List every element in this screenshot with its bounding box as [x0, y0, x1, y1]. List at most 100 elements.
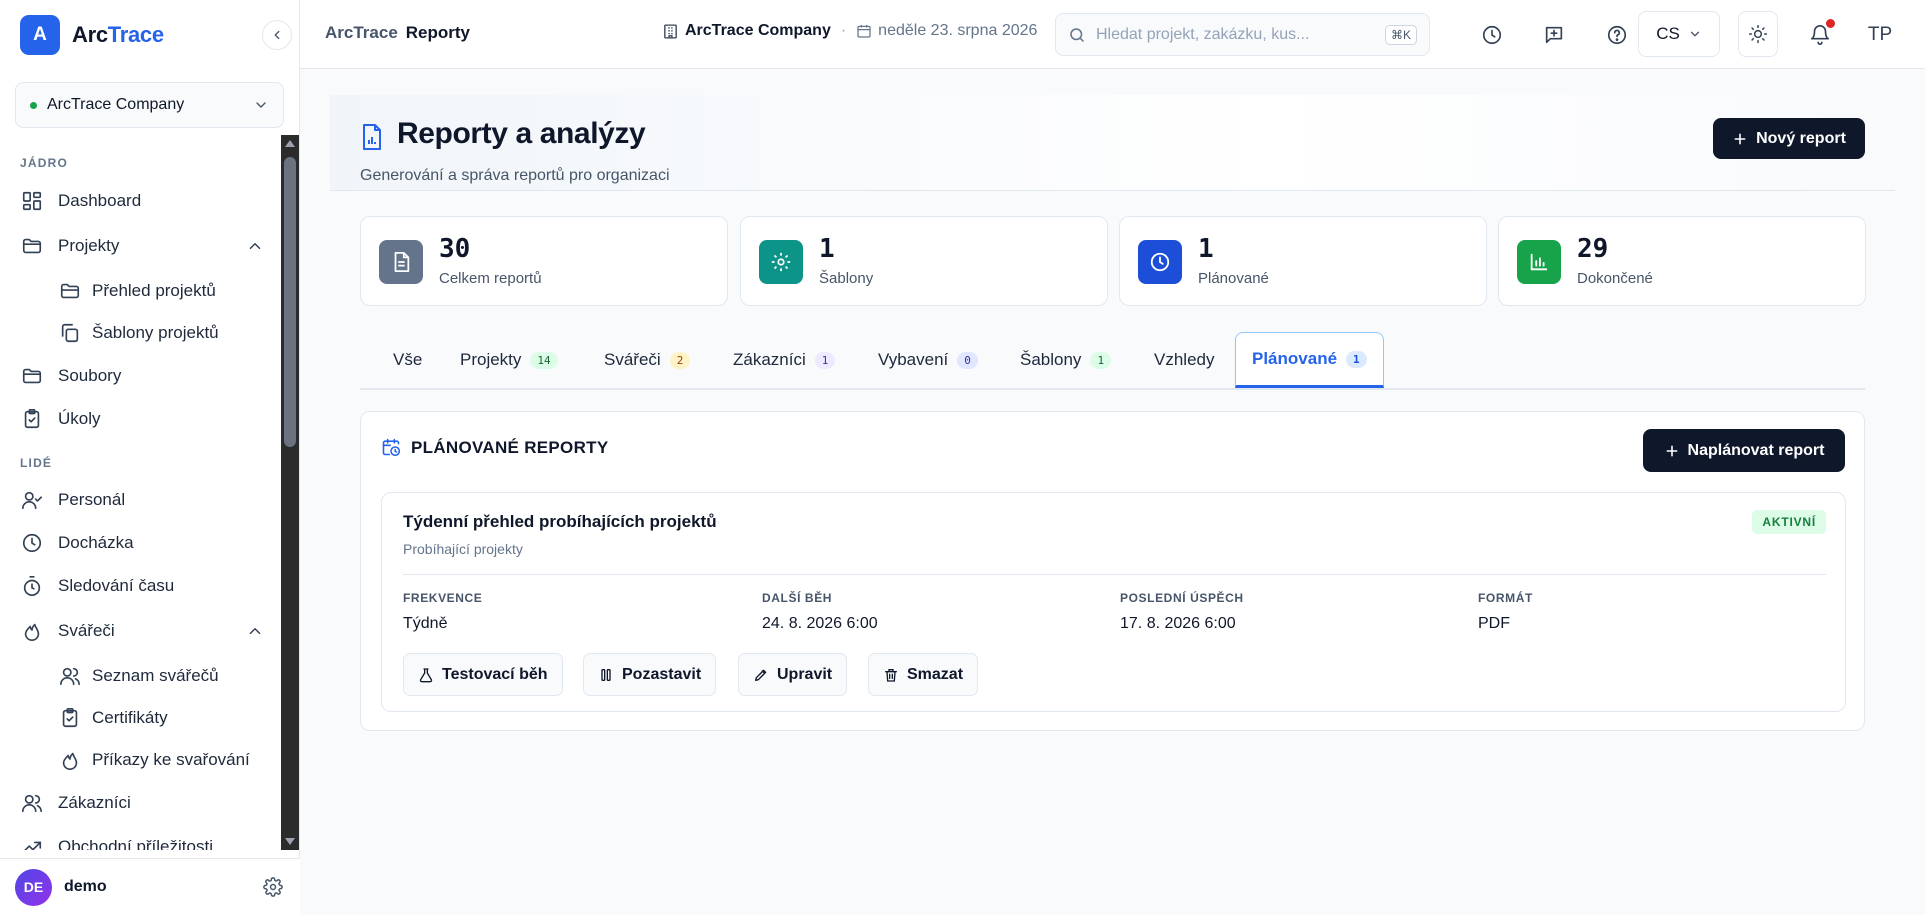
sidebar-item-projects[interactable]: Projekty [20, 228, 270, 264]
clock-icon [1150, 252, 1170, 272]
flame-icon [58, 748, 82, 772]
help-button[interactable] [1597, 15, 1637, 55]
tab-label: Vybavení [878, 350, 949, 369]
brand-logo: A [20, 15, 60, 55]
clipboard-check-icon [20, 407, 44, 431]
brand-name: ArcTrace [72, 22, 164, 47]
language-selector[interactable]: CS [1638, 11, 1720, 57]
sidebar-item-label: Personál [58, 490, 126, 509]
sidebar-item-customers[interactable]: Zákazníci [20, 785, 270, 821]
stat-icon-box [379, 240, 423, 284]
breadcrumb-item[interactable]: ArcTrace [325, 23, 398, 42]
pause-button[interactable]: Pozastavit [583, 653, 717, 696]
sidebar-item-welder-list[interactable]: Seznam svářečů [58, 658, 270, 694]
chevron-down-icon [1690, 31, 1699, 37]
folder-icon [20, 234, 44, 258]
sidebar-item-projects-overview[interactable]: Přehled projektů [58, 273, 270, 309]
page-subtitle: Generování a správa reportů pro organiza… [360, 167, 670, 184]
tab-customers[interactable]: Zákazníci 1 [733, 332, 836, 388]
copy-icon [58, 321, 82, 345]
sidebar-item-attendance[interactable]: Docházka [20, 525, 270, 561]
sidebar-item-personnel[interactable]: Personál [20, 482, 270, 518]
sidebar-item-label: Svářeči [58, 621, 115, 640]
notification-dot [1826, 19, 1835, 28]
schedule-report-button[interactable]: Naplánovat report [1643, 429, 1845, 472]
tab-equipment[interactable]: Vybavení 0 [878, 332, 978, 388]
tab-welders[interactable]: Svářeči 2 [604, 332, 691, 388]
tab-label: Zákazníci [733, 350, 806, 369]
scheduled-reports-panel: PLÁNOVANÉ REPORTY Naplánovat report Týde… [360, 411, 1865, 731]
search-input[interactable]: Hledat projekt, zakázku, kus... ⌘K [1055, 13, 1430, 56]
feedback-button[interactable] [1534, 15, 1574, 55]
tab-all[interactable]: Vše [393, 332, 422, 388]
section-label-people: LIDÉ [20, 456, 53, 470]
brand[interactable]: A ArcTrace [20, 15, 164, 55]
tab-projects[interactable]: Projekty 14 [460, 332, 558, 388]
notifications-button[interactable] [1800, 15, 1840, 55]
stat-value: 29 [1577, 234, 1609, 264]
sidebar-item-label: Obchodní příležitosti [58, 837, 213, 850]
gear-icon [771, 252, 791, 272]
test-run-button[interactable]: Testovací běh [403, 653, 563, 696]
sidebar-item-welders[interactable]: Svářeči [20, 613, 270, 649]
theme-toggle[interactable] [1738, 11, 1778, 57]
delete-button[interactable]: Smazat [868, 653, 979, 696]
company-selector[interactable]: ArcTrace Company [15, 82, 284, 128]
sidebar-item-welding-orders[interactable]: Příkazy ke svařování [58, 742, 270, 778]
sidebar: A ArcTrace ArcTrace Company JÁDRO Dashbo… [0, 0, 300, 915]
tab-label: Vzhledy [1154, 350, 1215, 369]
sidebar-item-project-templates[interactable]: Šablony projektů [58, 315, 270, 351]
sidebar-scrollbar[interactable] [281, 135, 299, 850]
new-report-button[interactable]: Nový report [1713, 118, 1865, 159]
gear-icon[interactable] [263, 877, 283, 897]
schedule-report-label: Naplánovat report [1687, 441, 1825, 459]
stat-icon-box [1517, 240, 1561, 284]
chevron-up-icon [249, 628, 261, 634]
new-report-label: Nový report [1756, 129, 1846, 147]
user-avatar-button[interactable]: TP [1860, 15, 1900, 55]
users-icon [20, 791, 44, 815]
meta-label: DALŠÍ BĚH [762, 591, 833, 605]
dashboard-icon [20, 189, 44, 213]
chevron-left-icon [274, 30, 280, 40]
stat-label: Celkem reportů [439, 270, 542, 287]
tab-count-badge: 1 [814, 351, 836, 369]
sidebar-item-label: Projekty [58, 236, 120, 255]
tab-templates[interactable]: Šablony 1 [1020, 332, 1112, 388]
sidebar-item-opportunities[interactable]: Obchodní příležitosti [20, 829, 270, 850]
timer-icon [20, 574, 44, 598]
sidebar-item-tasks[interactable]: Úkoly [20, 401, 270, 437]
stat-value: 1 [1198, 234, 1214, 264]
sidebar-item-label: Seznam svářečů [92, 666, 219, 685]
trending-up-icon [20, 835, 44, 850]
flask-icon [419, 667, 433, 682]
scroll-up-arrow[interactable] [285, 140, 295, 147]
section-title: PLÁNOVANÉ REPORTY [411, 438, 609, 457]
pencil-icon [755, 669, 767, 681]
sidebar-item-time-tracking[interactable]: Sledování času [20, 568, 270, 604]
sidebar-item-dashboard[interactable]: Dashboard [20, 183, 270, 219]
button-label: Upravit [777, 665, 833, 683]
sidebar-item-files[interactable]: Soubory [20, 358, 270, 394]
tab-appearances[interactable]: Vzhledy [1154, 332, 1214, 388]
scroll-down-arrow[interactable] [285, 838, 295, 845]
collapse-sidebar-button[interactable] [262, 20, 292, 50]
avatar[interactable]: DE [15, 868, 52, 906]
context-info: ArcTrace Company · neděle 23. srpna 2026 [662, 22, 1037, 40]
language-value: CS [1656, 24, 1680, 43]
sidebar-item-certificates[interactable]: Certifikáty [58, 700, 270, 736]
sidebar-user[interactable]: DE demo [0, 858, 300, 915]
search-shortcut: ⌘K [1384, 24, 1417, 45]
sidebar-item-label: Zákazníci [58, 793, 131, 812]
breadcrumb-current: Reporty [405, 23, 471, 42]
history-button[interactable] [1472, 15, 1512, 55]
scheduled-report-card: Týdenní přehled probíhajících projektů P… [381, 492, 1846, 712]
tab-scheduled[interactable]: Plánované 1 [1235, 332, 1384, 388]
search-placeholder: Hledat projekt, zakázku, kus... [1096, 25, 1310, 43]
sidebar-item-label: Příkazy ke svařování [92, 750, 250, 769]
edit-button[interactable]: Upravit [738, 653, 848, 696]
scroll-thumb[interactable] [284, 157, 296, 447]
tab-count-badge: 1 [1346, 350, 1367, 368]
stat-label: Dokončené [1577, 270, 1653, 287]
breadcrumb: ArcTrace Reporty [325, 23, 470, 43]
